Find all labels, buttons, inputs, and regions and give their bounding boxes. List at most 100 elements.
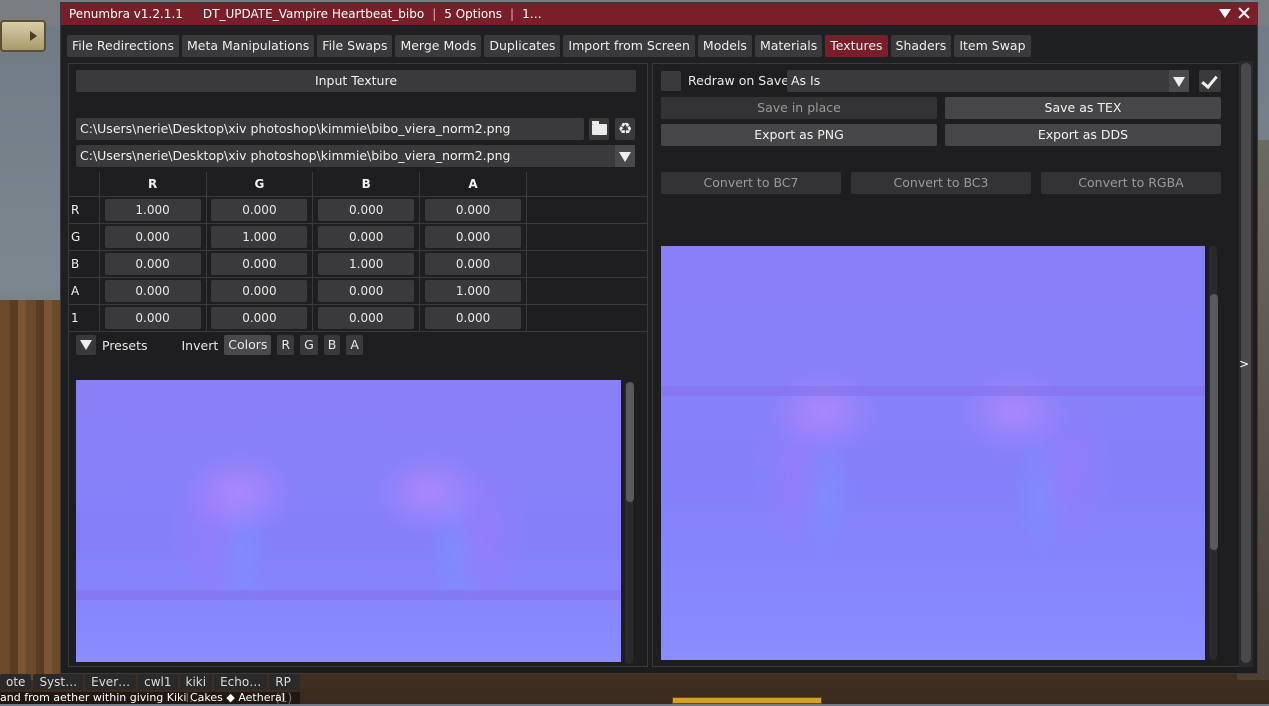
invert-a-button[interactable]: A	[346, 335, 363, 355]
penumbra-window: Penumbra v1.2.1.1 DT_UPDATE_Vampire Hear…	[60, 2, 1258, 674]
presets-row: Presets Invert Colors R G B A	[76, 334, 363, 356]
tab-bar: File Redirections Meta Manipulations Fil…	[67, 35, 1031, 57]
game-hud-button[interactable]	[0, 20, 46, 52]
preview-scrollbar[interactable]	[1209, 246, 1218, 660]
redraw-checkbox[interactable]	[661, 71, 681, 91]
matrix-col-header: B	[312, 172, 421, 197]
presets-toggle-icon[interactable]	[76, 335, 96, 355]
matrix-col-header: R	[99, 172, 207, 197]
tab-textures[interactable]: Textures	[825, 35, 888, 57]
scrollbar-thumb[interactable]	[1210, 294, 1218, 550]
invert-colors-button[interactable]: Colors	[224, 335, 272, 355]
confirm-check-icon[interactable]	[1199, 70, 1221, 92]
input-texture-preview	[76, 380, 621, 662]
output-texture-preview	[661, 246, 1205, 660]
invert-label: Invert	[181, 337, 219, 353]
save-in-place-button[interactable]: Save in place	[661, 97, 937, 119]
scrollbar-thumb[interactable]	[626, 382, 634, 502]
recycle-icon[interactable]: ♻	[615, 118, 635, 140]
chat-tab[interactable]: ote	[0, 674, 32, 690]
matrix-value[interactable]: 1.000	[211, 226, 308, 248]
matrix-value[interactable]: 0.000	[425, 199, 522, 221]
matrix-row-label: A	[69, 277, 100, 305]
matrix-value[interactable]: 0.000	[318, 280, 415, 302]
mod-title: DT_UPDATE_Vampire Heartbeat_bibo	[202, 7, 425, 21]
matrix-row-label: R	[69, 196, 100, 224]
matrix-value[interactable]: 0.000	[425, 307, 522, 329]
chat-tab[interactable]: kiki l…	[179, 674, 213, 705]
title-bar[interactable]: Penumbra v1.2.1.1 DT_UPDATE_Vampire Hear…	[61, 3, 1257, 25]
tab-duplicates[interactable]: Duplicates	[484, 35, 561, 57]
redraw-label: Redraw on Save	[688, 73, 789, 88]
matrix-value[interactable]: 0.000	[104, 226, 201, 248]
matrix-row: 1 0.000 0.000 0.000 0.000	[69, 304, 647, 332]
presets-label[interactable]: Presets	[102, 338, 148, 353]
matrix-value[interactable]: 0.000	[104, 307, 201, 329]
matrix-value[interactable]: 1.000	[318, 253, 415, 275]
chat-tab[interactable]: cwl1	[138, 674, 178, 690]
matrix-row-label: 1	[69, 304, 100, 332]
input-texture-panel: Input Texture C:\Users\nerie\Desktop\xiv…	[68, 63, 648, 667]
tab-merge-mods[interactable]: Merge Mods	[395, 35, 482, 57]
tab-file-redirections[interactable]: File Redirections	[67, 35, 179, 57]
folder-icon[interactable]	[589, 118, 609, 140]
chat-tab[interactable]: Echo…	[214, 674, 268, 690]
matrix-value[interactable]: 0.000	[318, 307, 415, 329]
texture-path-input[interactable]: C:\Users\nerie\Desktop\xiv photoshop\kim…	[76, 118, 584, 140]
export-dds-button[interactable]: Export as DDS	[945, 124, 1221, 146]
tab-models[interactable]: Models	[697, 35, 752, 57]
matrix-col-header: G	[206, 172, 314, 197]
channel-matrix: R G B A R 1.000 0.000 0.000 0.000 G 0.00…	[69, 172, 647, 332]
matrix-value[interactable]: 0.000	[318, 226, 415, 248]
input-texture-header[interactable]: Input Texture	[76, 70, 636, 92]
side-collapse-button[interactable]: >	[1234, 344, 1254, 384]
matrix-col-header: A	[419, 172, 527, 197]
hud-bar	[672, 697, 822, 704]
invert-g-button[interactable]: G	[300, 335, 318, 355]
game-background-wood	[0, 300, 62, 680]
matrix-row: R 1.000 0.000 0.000 0.000	[69, 196, 647, 224]
collapse-window-icon[interactable]	[1219, 9, 1231, 18]
invert-b-button[interactable]: B	[323, 335, 341, 355]
save-as-tex-button[interactable]: Save as TEX	[945, 97, 1221, 119]
matrix-value[interactable]: 0.000	[104, 280, 201, 302]
convert-bc7-button[interactable]: Convert to BC7	[661, 172, 841, 194]
tab-materials[interactable]: Materials	[754, 35, 823, 57]
matrix-value[interactable]: 0.000	[211, 307, 308, 329]
chat-tab[interactable]: Syst…	[33, 674, 84, 690]
texture-path-select[interactable]: C:\Users\nerie\Desktop\xiv photoshop\kim…	[76, 145, 616, 167]
matrix-value[interactable]: 0.000	[425, 226, 522, 248]
chat-message: and from aether within giving Kiki Cakes…	[0, 692, 300, 704]
matrix-value[interactable]: 0.000	[211, 253, 308, 275]
convert-rgba-button[interactable]: Convert to RGBA	[1041, 172, 1221, 194]
matrix-value[interactable]: 0.000	[211, 280, 308, 302]
tab-shaders[interactable]: Shaders	[890, 35, 952, 57]
arrow-right-icon	[30, 31, 37, 41]
convert-bc3-button[interactable]: Convert to BC3	[851, 172, 1031, 194]
tab-item-swap[interactable]: Item Swap	[954, 35, 1031, 57]
chevron-down-icon[interactable]	[1169, 70, 1189, 92]
matrix-row: B 0.000 0.000 1.000 0.000	[69, 250, 647, 278]
tab-file-swaps[interactable]: File Swaps	[317, 35, 393, 57]
app-title: Penumbra v1.2.1.1	[69, 7, 183, 21]
options-count: 5 Options	[444, 7, 503, 21]
export-png-button[interactable]: Export as PNG	[661, 124, 937, 146]
invert-r-button[interactable]: R	[277, 335, 295, 355]
matrix-value[interactable]: 0.000	[211, 199, 308, 221]
matrix-value[interactable]: 1.000	[425, 280, 522, 302]
tab-import-from-screen[interactable]: Import from Screen	[563, 35, 695, 57]
output-texture-panel: Redraw on Save As Is Save in place Save …	[652, 63, 1240, 667]
title-more: 1…	[522, 7, 542, 21]
chat-tab[interactable]: Ever…	[85, 674, 137, 690]
matrix-value[interactable]: 1.000	[104, 199, 201, 221]
close-icon[interactable]	[1237, 6, 1251, 20]
format-select[interactable]: As Is	[787, 70, 1175, 92]
matrix-value[interactable]: 0.000	[318, 199, 415, 221]
tab-meta-manipulations[interactable]: Meta Manipulations	[182, 35, 315, 57]
chat-tab[interactable]: RP (1)	[269, 674, 300, 705]
matrix-value[interactable]: 0.000	[104, 253, 201, 275]
chat-tab-bar: ote Syst… Ever… cwl1 kiki l… Echo… RP (1…	[0, 674, 300, 705]
chevron-down-icon[interactable]	[615, 145, 635, 167]
matrix-value[interactable]: 0.000	[425, 253, 522, 275]
preview-scrollbar[interactable]	[625, 382, 634, 664]
